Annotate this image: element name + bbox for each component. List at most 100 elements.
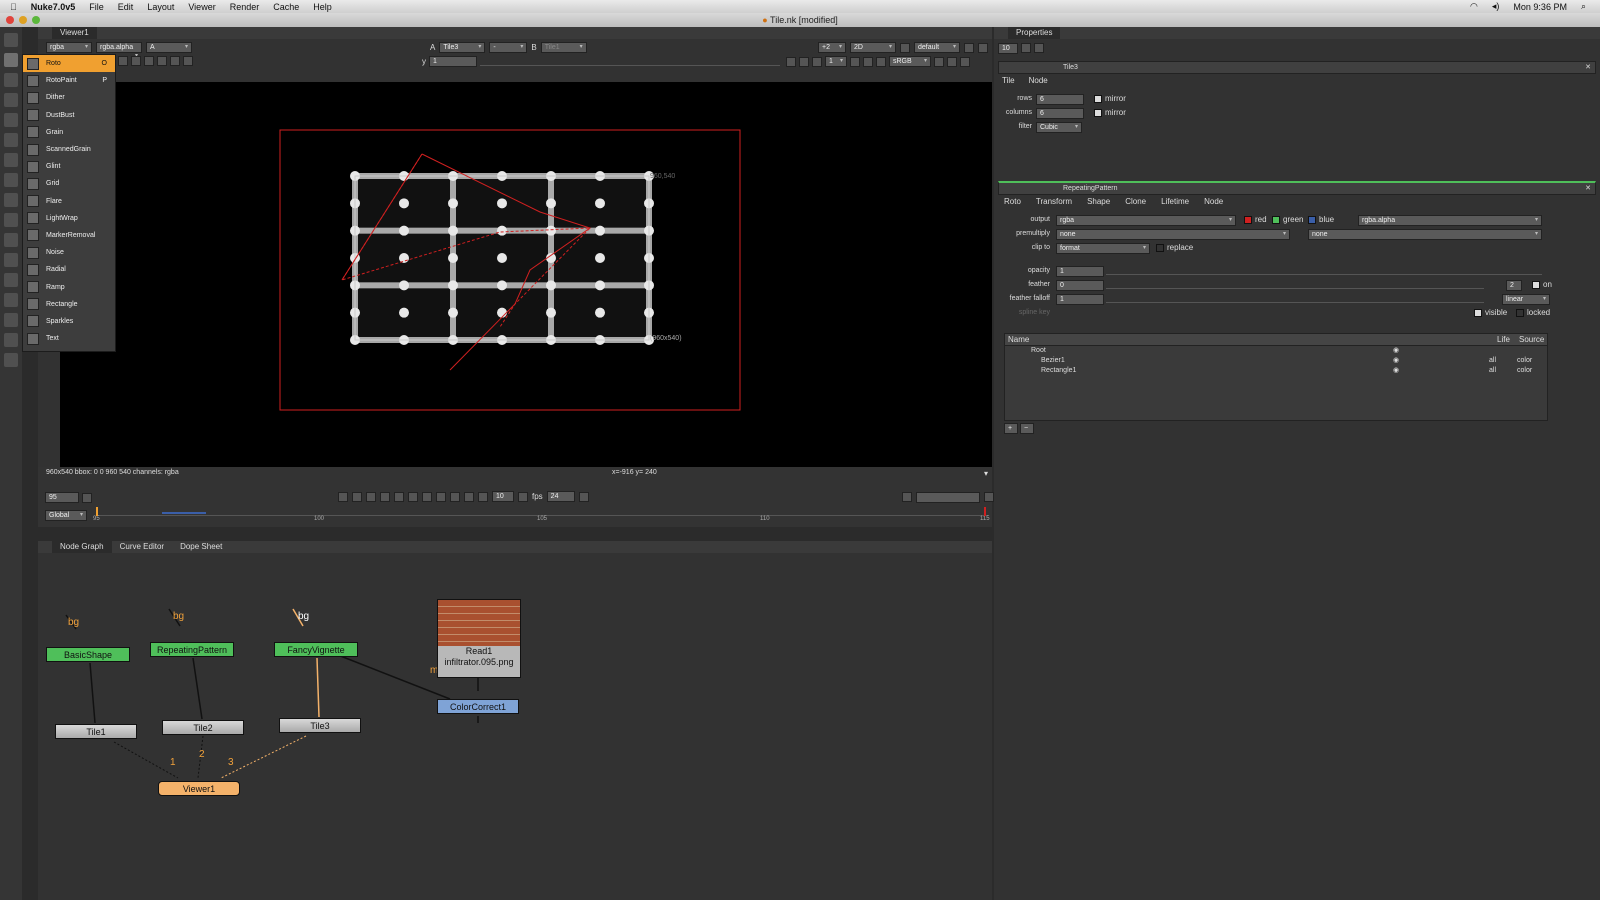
close-panel-icon[interactable]: ✕	[1585, 62, 1591, 73]
tab-curve-editor[interactable]: Curve Editor	[112, 541, 172, 553]
channel-blue-toggle[interactable]: blue	[1308, 215, 1334, 224]
filter-icon[interactable]	[4, 133, 18, 147]
tab-properties[interactable]: Properties	[1008, 27, 1061, 39]
tab-node-graph[interactable]: Node Graph	[52, 541, 112, 553]
menu-item-roto[interactable]: Roto O	[23, 55, 115, 73]
channel-icon[interactable]	[4, 93, 18, 107]
tab-viewer1[interactable]: Viewer1	[52, 27, 97, 39]
node-repeatingpattern[interactable]: RepeatingPattern	[150, 642, 234, 657]
tree-row[interactable]: Rectangle1 ◉ all color	[1005, 366, 1547, 376]
close-roto-panel-icon[interactable]: ✕	[1585, 183, 1591, 194]
tree-row[interactable]: Root ◉	[1005, 346, 1547, 356]
blend-mode-select[interactable]: -	[489, 42, 528, 53]
roi-icon[interactable]	[786, 56, 796, 67]
menu-viewer[interactable]: Viewer	[188, 2, 215, 12]
color-icon[interactable]	[4, 113, 18, 127]
node-colorcorrect1[interactable]: ColorCorrect1	[437, 699, 519, 714]
max-panels-field[interactable]: 10	[998, 43, 1018, 54]
step-forward-icon[interactable]	[518, 491, 528, 502]
remove-curve-button[interactable]: −	[1020, 423, 1034, 434]
timeline[interactable]: 95 100 105 110 115	[93, 507, 990, 525]
input-process-icon[interactable]	[934, 56, 944, 67]
overlay-icon[interactable]	[960, 56, 970, 67]
viewer-image[interactable]: 960,540 (960x540)	[60, 82, 992, 467]
menu-item-grid[interactable]: Grid	[23, 175, 115, 192]
columns-field[interactable]: 6	[1036, 108, 1084, 119]
metadata-icon[interactable]	[4, 293, 18, 307]
out-point-marker[interactable]	[984, 507, 986, 516]
menu-render[interactable]: Render	[230, 2, 260, 12]
menubar-clock[interactable]: Mon 9:36 PM	[1513, 2, 1567, 12]
merge-icon[interactable]	[4, 173, 18, 187]
falloff-type-select[interactable]: linear	[1502, 294, 1550, 305]
col-source[interactable]: Source	[1519, 335, 1544, 344]
menu-item-scannedgrain[interactable]: ScannedGrain	[23, 141, 115, 158]
next-frame-icon[interactable]	[436, 491, 446, 502]
gamma-slider[interactable]	[480, 57, 780, 66]
tab-clone[interactable]: Clone	[1125, 197, 1146, 206]
step-back-icon[interactable]	[478, 491, 488, 502]
rows-mirror[interactable]: mirror	[1094, 94, 1126, 103]
tab-lifetime[interactable]: Lifetime	[1161, 197, 1189, 206]
alpha-select[interactable]: rgba.alpha	[96, 42, 142, 53]
layout-icon[interactable]	[964, 42, 974, 53]
fps-field[interactable]: 24	[546, 491, 575, 502]
menu-file[interactable]: File	[89, 2, 104, 12]
tile3-panel-header[interactable]: Tile3 ✕	[998, 61, 1596, 74]
first-frame-icon[interactable]	[352, 491, 362, 502]
close-window-button[interactable]	[6, 16, 14, 24]
other-icon[interactable]	[4, 313, 18, 327]
menu-item-radial[interactable]: Radial	[23, 261, 115, 278]
menu-icon[interactable]	[978, 42, 988, 53]
a-input-select[interactable]: Tile3	[439, 42, 486, 53]
menu-item-dither[interactable]: Dither	[23, 89, 115, 106]
feather-on-checkbox[interactable]: on	[1532, 280, 1552, 289]
gpu-icon[interactable]	[876, 56, 886, 67]
lock-panels-icon[interactable]	[1021, 43, 1031, 53]
visible-checkbox[interactable]: visible	[1474, 308, 1507, 317]
tree-row[interactable]: Bezier1 ◉ all color	[1005, 356, 1547, 366]
tab-roto[interactable]: Roto	[1004, 197, 1021, 206]
tab-shape[interactable]: Shape	[1087, 197, 1110, 206]
channels-select[interactable]: rgba	[46, 42, 92, 53]
range-arrow-icon[interactable]	[984, 492, 994, 502]
menu-item-flare[interactable]: Flare	[23, 193, 115, 210]
menu-cache[interactable]: Cache	[273, 2, 299, 12]
views-icon[interactable]	[4, 273, 18, 287]
play-forward-icon[interactable]	[422, 491, 432, 502]
refresh-icon[interactable]	[850, 56, 860, 67]
menu-item-sparkles[interactable]: Sparkles	[23, 313, 115, 330]
rows-field[interactable]: 6	[1036, 94, 1084, 105]
roto-panel-header[interactable]: RepeatingPattern ✕	[998, 181, 1596, 195]
bezier-tool-icon[interactable]	[144, 56, 154, 66]
deep-icon[interactable]	[4, 253, 18, 267]
select-tool-icon[interactable]	[131, 56, 141, 66]
menu-item-dustbust[interactable]: DustBust	[23, 107, 115, 124]
time-icon[interactable]	[4, 73, 18, 87]
feather-on-value[interactable]: 2	[1506, 280, 1522, 291]
view-mode-select[interactable]: 2D	[850, 42, 896, 53]
tile3-name-field[interactable]: Tile3	[1063, 64, 1078, 71]
playhead[interactable]	[96, 507, 98, 516]
menu-item-markerremoval[interactable]: MarkerRemoval	[23, 227, 115, 244]
play-settings-icon[interactable]	[338, 491, 348, 502]
minimize-window-button[interactable]	[19, 16, 27, 24]
transform-icon[interactable]	[4, 193, 18, 207]
menu-layout[interactable]: Layout	[147, 2, 174, 12]
tab-tile-node[interactable]: Node	[1029, 76, 1048, 85]
replace-checkbox[interactable]: replace	[1156, 243, 1193, 252]
particles-icon[interactable]	[4, 233, 18, 247]
volume-icon[interactable]: ◂)	[1492, 1, 1500, 12]
tab-tile[interactable]: Tile	[1002, 76, 1015, 85]
roto-name-field[interactable]: RepeatingPattern	[1063, 185, 1117, 192]
filter-select[interactable]: Cubic	[1036, 122, 1082, 133]
colorspace-select[interactable]: sRGB	[889, 56, 931, 67]
menu-help[interactable]: Help	[313, 2, 332, 12]
range-mode-select[interactable]: Global	[45, 510, 87, 521]
frame-field[interactable]: 95	[45, 492, 79, 503]
b-input-select[interactable]: Tile1	[540, 42, 587, 53]
menu-item-noise[interactable]: Noise	[23, 244, 115, 261]
3d-icon[interactable]	[4, 213, 18, 227]
wifi-icon[interactable]: ◠	[1470, 1, 1478, 12]
gamma-field[interactable]: 1	[429, 56, 477, 67]
